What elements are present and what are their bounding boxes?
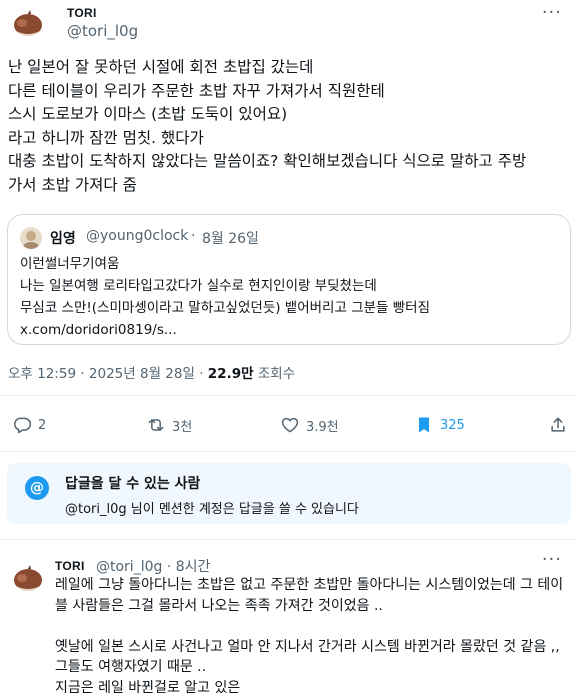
share-button[interactable] (548, 413, 574, 437)
reply-tweet[interactable]: TORI @tori_l0g · 8시간 ··· 레일에 그냥 돌아다니는 초밥… (0, 549, 576, 693)
bookmark-icon (419, 417, 429, 433)
meta-separator: · (199, 366, 208, 382)
author-handle[interactable]: @tori_l0g (67, 22, 138, 40)
bookmark-button[interactable]: 325 (414, 413, 465, 437)
retweet-icon (148, 419, 164, 431)
reply-restriction-title: 답글을 달 수 있는 사람 (65, 476, 201, 492)
chestnut-avatar-icon (8, 2, 48, 42)
share-icon (551, 417, 565, 432)
quote-author-handle: @young0clock (86, 228, 189, 244)
quote-separator: · (191, 228, 196, 244)
quoted-tweet[interactable]: 임영 @young0clock · 8월 26일 이런썰너무기여움 나는 일본여… (7, 214, 571, 345)
mention-icon: @ (25, 476, 49, 500)
reply-author-name[interactable]: TORI (55, 559, 85, 573)
quote-text: 이런썰너무기여움 나는 일본여행 로리타입고갔다가 실수로 현지인이랑 부딪쳤는… (20, 256, 431, 338)
reply-text: 레일에 그냥 돌아다니는 초밥은 없고 주문한 초밥만 돌아다니는 시스템이었는… (55, 577, 564, 693)
reply-button[interactable]: 2 (12, 413, 46, 437)
quote-author-name: 임영 (50, 231, 76, 247)
reply-author-avatar[interactable] (8, 557, 48, 597)
chestnut-avatar-icon (8, 557, 48, 597)
author-avatar[interactable] (8, 2, 48, 42)
like-count: 3.9천 (306, 419, 339, 435)
retweet-button[interactable]: 3천 (146, 413, 192, 437)
reply-author-handle-time[interactable]: @tori_l0g · 8시간 (96, 556, 210, 576)
reply-count: 2 (38, 417, 47, 433)
reply-more-options-button[interactable]: ··· (542, 549, 562, 570)
like-button[interactable]: 3.9천 (280, 413, 339, 437)
quote-avatar-icon (20, 227, 42, 249)
quote-time: 8월 26일 (202, 231, 259, 247)
reply-restriction-notice: @ 답글을 달 수 있는 사람 @tori_l0g 님이 멘션한 계정은 답글을… (7, 463, 571, 524)
reply-restriction-text: @tori_l0g 님이 멘션한 계정은 답글을 쓸 수 있습니다 (65, 502, 359, 517)
divider-top (0, 395, 576, 396)
reply-icon (14, 417, 32, 434)
divider-reply (0, 539, 576, 540)
divider-bottom (0, 451, 576, 452)
tweet-meta: 오후 12:59 · 2025년 8월 28일 · 22.9만 조회수 (8, 362, 295, 382)
views-label: 조회수 (257, 366, 296, 382)
more-options-button[interactable]: ··· (542, 2, 562, 23)
tweet-text: 난 일본어 잘 못하던 시절에 회전 초밥집 갔는데 다른 테이블이 우리가 주… (8, 58, 527, 194)
quote-avatar (20, 227, 42, 249)
heart-icon (281, 417, 299, 433)
retweet-count: 3천 (172, 419, 193, 435)
tweet-timestamp[interactable]: 오후 12:59 · 2025년 8월 28일 (8, 366, 195, 382)
views-count: 22.9만 (207, 366, 254, 382)
author-name[interactable]: TORI (67, 6, 97, 20)
bookmark-count: 325 (440, 417, 465, 433)
